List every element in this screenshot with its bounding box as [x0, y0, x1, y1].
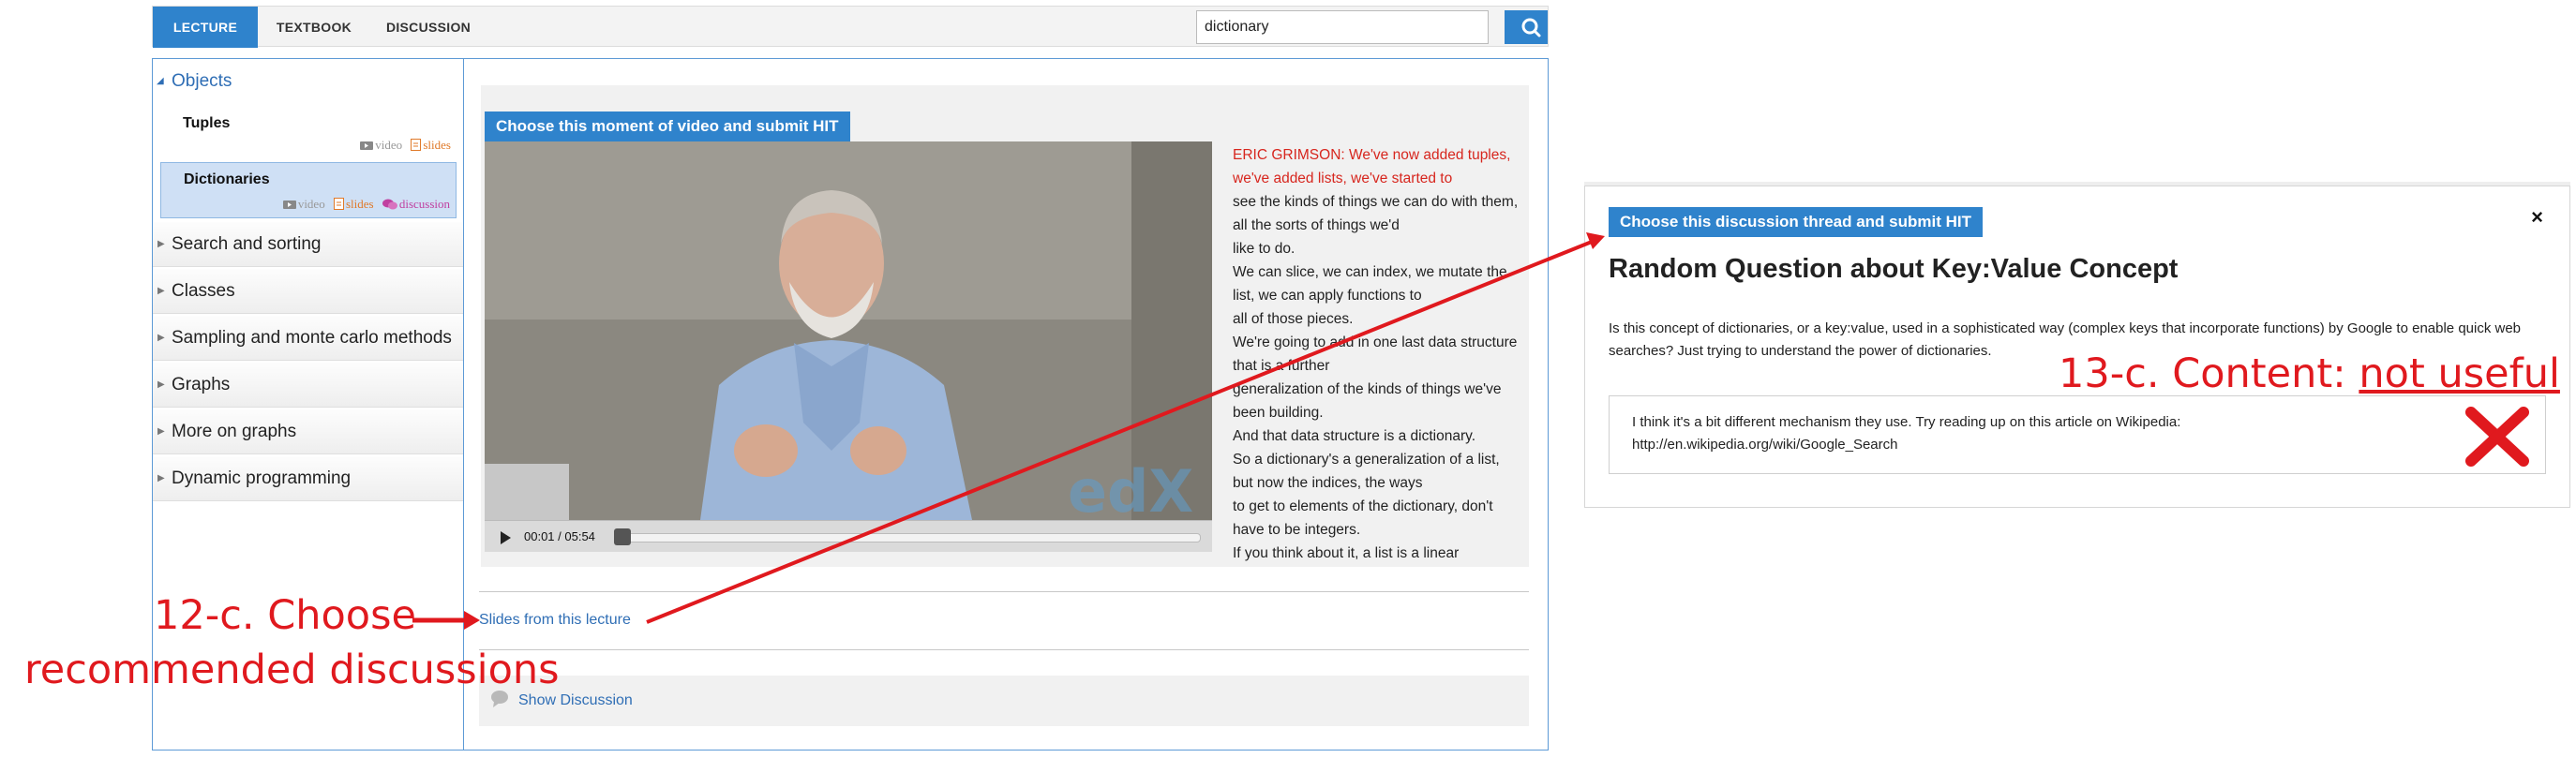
- annotation-step13-prefix: 13-c. Content:: [2059, 350, 2359, 397]
- cross-mark-icon: [2465, 407, 2529, 467]
- annotation-step13: 13-c. Content: not useful: [2059, 350, 2560, 397]
- annotation-step12-line1: 12-c. Choose: [154, 592, 416, 639]
- annotation-step13-value: not useful: [2359, 350, 2560, 397]
- annotation-step12-line2: recommended discussions: [24, 647, 560, 693]
- arrowhead: [464, 611, 480, 630]
- arrow-to-discussion: [646, 240, 1593, 624]
- arrowhead: [1586, 232, 1605, 249]
